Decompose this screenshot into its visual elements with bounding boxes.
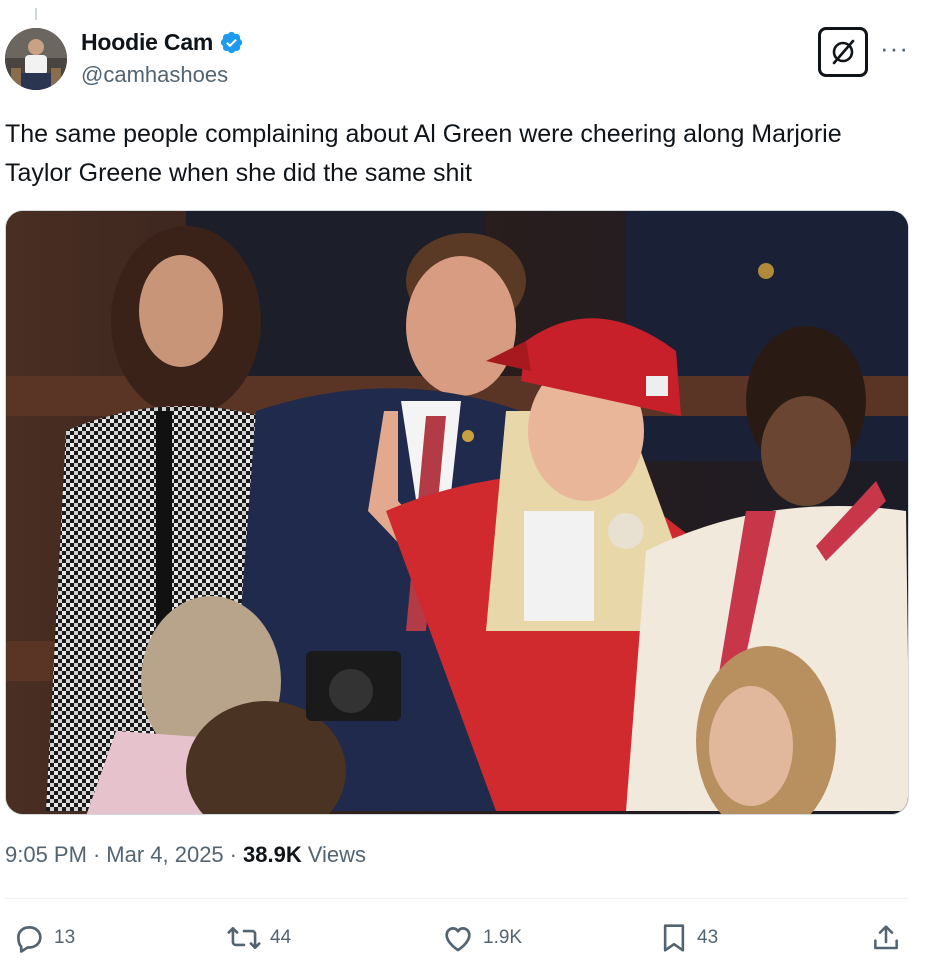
tweet-timestamp[interactable]: 9:05 PM · Mar 4, 2025 · 38.9K Views — [5, 842, 366, 868]
heart-icon — [441, 921, 475, 955]
separator-dot: · — [92, 842, 101, 867]
bookmark-button[interactable]: 43 — [659, 918, 718, 958]
reply-count: 13 — [54, 927, 76, 948]
separator-dot: · — [229, 842, 237, 867]
thread-connector-line — [35, 8, 37, 20]
reply-button[interactable]: 13 — [12, 918, 75, 958]
repost-count: 44 — [270, 927, 292, 948]
repost-button[interactable]: 44 — [226, 918, 291, 958]
tweet-date[interactable]: Mar 4, 2025 — [106, 842, 223, 868]
repost-icon — [226, 921, 262, 955]
tweet-time[interactable]: 9:05 PM — [5, 842, 87, 868]
more-icon[interactable]: ··· — [880, 35, 909, 61]
like-button[interactable]: 1.9K — [441, 918, 522, 958]
author-handle[interactable]: @camhashoes — [81, 62, 228, 88]
views-label: Views — [307, 842, 367, 867]
tweet-text: The same people complaining about Al Gre… — [5, 120, 842, 187]
tweet-photo[interactable] — [5, 210, 909, 815]
share-button[interactable] — [870, 918, 902, 958]
reply-icon — [12, 921, 46, 955]
divider — [5, 898, 909, 899]
views-count: 38.9K — [243, 842, 302, 867]
like-count: 1.9K — [483, 927, 523, 948]
share-icon — [870, 921, 902, 955]
author-display-name[interactable]: Hoodie Cam — [81, 29, 213, 56]
avatar[interactable] — [5, 28, 67, 90]
grok-icon[interactable] — [818, 27, 868, 77]
bookmark-icon — [659, 921, 689, 955]
bookmark-count: 43 — [697, 927, 719, 948]
action-bar: 13 44 1.9K 43 — [0, 918, 928, 958]
verified-badge-icon[interactable] — [219, 30, 244, 55]
